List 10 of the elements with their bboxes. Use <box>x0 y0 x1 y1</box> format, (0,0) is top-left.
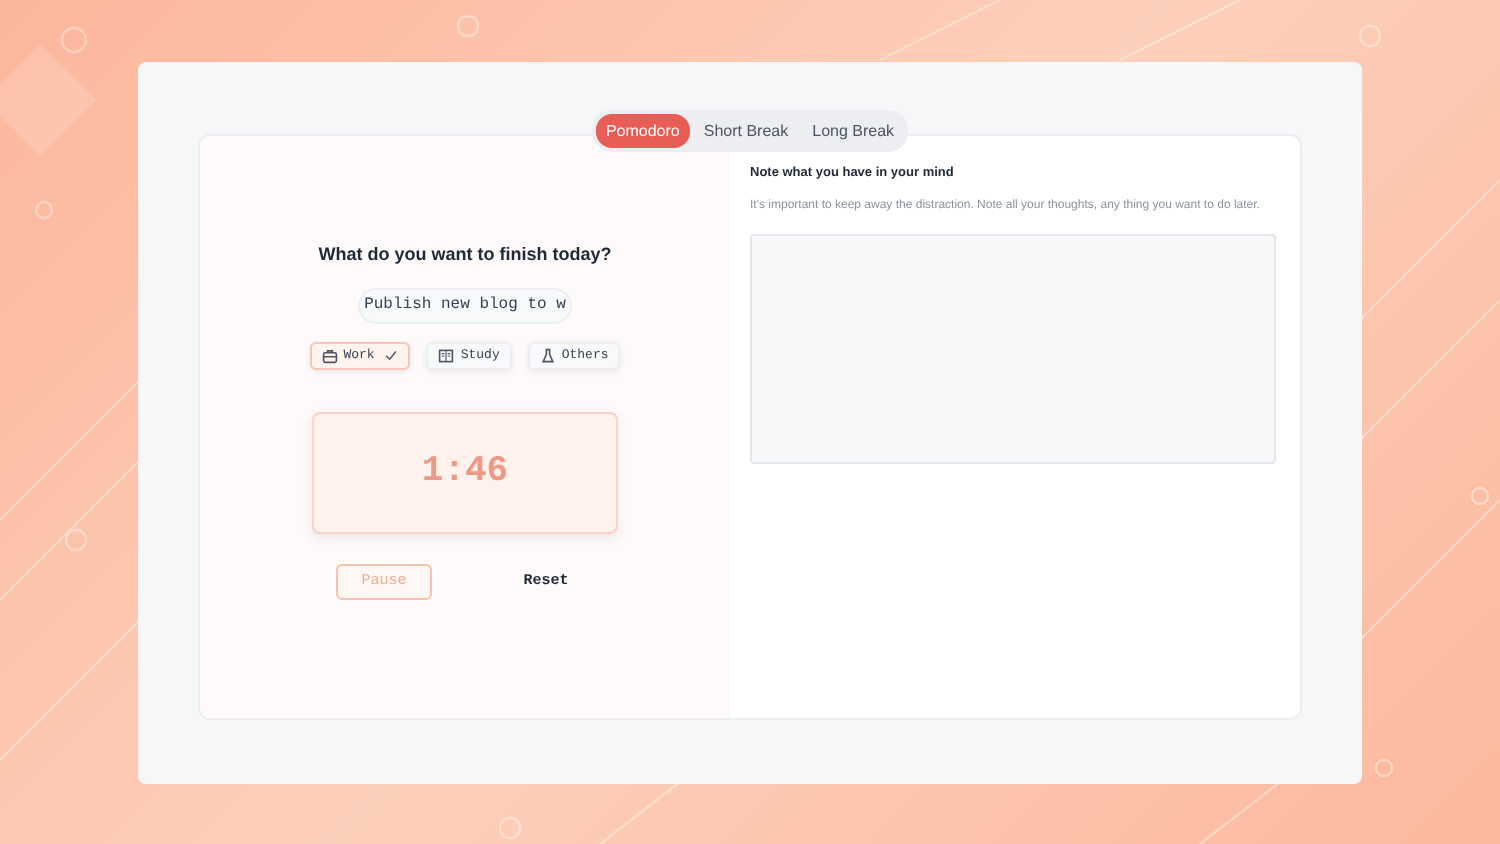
task-input-field[interactable]: Publish new blog to w <box>358 287 572 323</box>
notes-text-area[interactable] <box>750 233 1276 463</box>
book-icon <box>438 347 455 363</box>
timer-display: 1:46 <box>312 411 618 533</box>
flask-icon <box>539 347 556 363</box>
briefcase-icon <box>321 347 338 363</box>
check-icon <box>384 348 399 362</box>
task-question: What do you want to finish today? <box>318 243 612 263</box>
mode-tab[interactable]: Long Break <box>802 113 905 147</box>
mode-tab[interactable]: Short Break <box>693 113 799 147</box>
